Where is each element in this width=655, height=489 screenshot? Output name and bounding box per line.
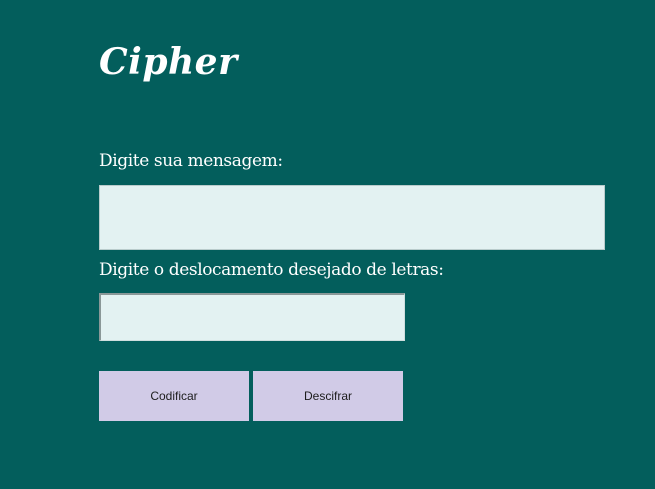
message-label: Digite sua mensagem:: [99, 151, 283, 171]
shift-label: Digite o deslocamento desejado de letras…: [99, 260, 444, 280]
cipher-app: Cipher Digite sua mensagem: Digite o des…: [0, 0, 655, 489]
encode-button[interactable]: Codificar: [99, 371, 249, 421]
decode-button[interactable]: Descifrar: [253, 371, 403, 421]
message-input[interactable]: [99, 185, 605, 250]
page-title: Cipher: [99, 41, 238, 83]
shift-input[interactable]: [99, 293, 405, 341]
